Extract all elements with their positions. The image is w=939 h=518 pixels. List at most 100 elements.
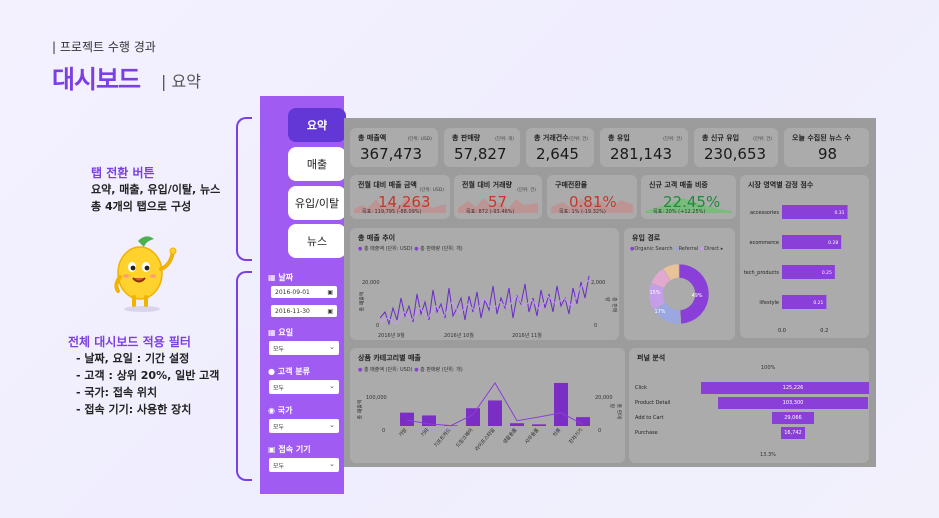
y-axis-tick: 0 bbox=[382, 428, 386, 434]
tab-sales[interactable]: 매출 bbox=[288, 147, 346, 181]
y-axis-tick: 100,000 bbox=[366, 395, 387, 401]
bar-value-label: 0.31 bbox=[835, 210, 845, 216]
kpi-value: 230,653 bbox=[704, 145, 767, 163]
category-sales-chart: 가방 기타 기프트카드 드링크웨어 라이프스타일 생활용품 사무용품 의류 전자기기 bbox=[397, 382, 590, 452]
kpi-card: 총 유입 (단위: 건) 281,143 bbox=[600, 128, 688, 167]
legend-marker: ● bbox=[358, 246, 363, 252]
calendar-icon: ▦ bbox=[268, 328, 279, 337]
y-axis-label: 총 매출액 bbox=[357, 399, 364, 420]
kpi-card: 총 매출액 (단위: USD) 367,473 bbox=[350, 128, 438, 167]
tabs-annotation-line: 총 4개의 탭으로 구성 bbox=[91, 200, 192, 213]
tabs-annotation-line: 요약, 매출, 유입/이탈, 뉴스 bbox=[91, 183, 221, 196]
bar-value-label: 0.21 bbox=[813, 300, 823, 306]
x-axis-tick: 0.0 bbox=[778, 328, 786, 334]
funnel-step-label: Click bbox=[635, 385, 647, 391]
funnel-step-label: Product Detail bbox=[635, 400, 671, 406]
slice-label: 49% bbox=[691, 293, 702, 299]
tab-summary[interactable]: 요약 bbox=[288, 108, 346, 142]
tabs-bracket bbox=[236, 117, 252, 261]
kpi-unit: (단위: 건) bbox=[753, 137, 772, 142]
kpi-title: 구매전환율 bbox=[555, 181, 588, 189]
device-select[interactable]: 모두 ⌄ bbox=[269, 458, 339, 472]
calendar-icon: ▣ bbox=[327, 288, 333, 296]
kpi-title: 총 거래건수 bbox=[534, 134, 569, 142]
start-date-input[interactable]: 2016-09-01 ▣ bbox=[271, 286, 337, 298]
x-axis-tick: 사무용품 bbox=[523, 426, 540, 445]
bar-value-label: 0.25 bbox=[822, 270, 832, 276]
category-bar bbox=[510, 423, 524, 426]
country-filter-label: ◉ 국가 bbox=[268, 406, 293, 415]
kpi-value: 281,143 bbox=[610, 145, 673, 163]
category-bar bbox=[400, 412, 414, 426]
kpi-title: 총 매출액 bbox=[358, 134, 387, 142]
category-bar bbox=[554, 382, 568, 426]
kpi-title: 총 판매량 bbox=[452, 134, 481, 142]
funnel-card: 퍼널 분석 100% 13.3% Click 125,226 Product Det… bbox=[629, 348, 869, 463]
slice-label: 17% bbox=[654, 309, 665, 315]
x-axis-tick: 2016년 11월 bbox=[512, 333, 542, 339]
chevron-down-icon: ⌄ bbox=[329, 460, 335, 468]
sales-trend-title: 총 매출 추이 bbox=[358, 234, 396, 242]
slice-label: 15% bbox=[649, 290, 660, 296]
chevron-down-icon: ⌄ bbox=[329, 421, 335, 429]
y-axis-tick: 0 bbox=[598, 428, 602, 434]
y-axis-tick: 20,000 bbox=[362, 280, 380, 286]
category-sales-title: 상품 카테고리별 매출 bbox=[358, 354, 421, 362]
dashboard-preview: 총 매출액 (단위: USD) 367,473 총 판매량 (단위: 개) 57… bbox=[344, 118, 876, 467]
funnel-step-label: Add to Cart bbox=[635, 415, 664, 421]
country-select[interactable]: 모두 ⌄ bbox=[269, 419, 339, 433]
weekday-select[interactable]: 모두 ⌄ bbox=[269, 341, 339, 355]
end-date-input[interactable]: 2016-11-30 ▣ bbox=[271, 305, 337, 317]
kpi-card: 총 판매량 (단위: 개) 57,827 bbox=[444, 128, 520, 167]
kpi-value: 367,473 bbox=[360, 145, 423, 163]
kpi-card: 전월 대비 거래량 (단위: 건) 57 목표: 872 (-93.46%) bbox=[454, 175, 542, 219]
kpi-card: 구매전환율 0.81% 목표: 1% (-19.32%) bbox=[547, 175, 637, 219]
kpi-title: 전월 대비 매출 금액 bbox=[358, 181, 417, 189]
funnel-bottom-pct: 13.3% bbox=[760, 452, 776, 458]
y-axis-tick: 0 bbox=[376, 323, 380, 329]
filters-annotation-line: - 날짜, 요일 : 기간 설정 bbox=[76, 352, 190, 365]
kpi-unit: (단위: 건) bbox=[663, 137, 682, 142]
category-bar bbox=[532, 424, 546, 426]
customer-icon: ● bbox=[268, 367, 278, 376]
tab-news[interactable]: 뉴스 bbox=[288, 224, 346, 258]
bar-category-label: accessories bbox=[750, 210, 779, 216]
kpi-meta: 목표: 872 (-93.46%) bbox=[466, 209, 515, 215]
funnel-chart: Click 125,226 Product Detail 103,300 Add to … bbox=[635, 382, 869, 452]
sentiment-card: 시장 영역별 감정 점수 accessories 0.31 ecommerce 0.2… bbox=[740, 175, 869, 338]
y-axis-tick: 20,000 bbox=[595, 395, 613, 401]
kpi-value: 2,645 bbox=[536, 145, 579, 163]
tab-traffic-churn[interactable]: 유입/이탈 bbox=[288, 186, 346, 220]
kpi-meta: 목표: 119,795 (-88.09%) bbox=[362, 209, 422, 215]
page-subtitle: | 요약 bbox=[161, 72, 201, 91]
sentiment-bar-chart: accessories 0.31 ecommerce 0.28 tech_product… bbox=[744, 205, 848, 334]
kpi-card: 신규 고객 매출 비중 22.45% 목표: 20% (+12.25%) bbox=[641, 175, 736, 219]
y-axis-label: 총 판매량 bbox=[604, 297, 617, 313]
x-axis-tick: 드링크웨어 bbox=[454, 427, 474, 449]
chevron-down-icon: ⌄ bbox=[329, 382, 335, 390]
funnel-bar: 29,066 bbox=[771, 412, 815, 424]
funnel-title: 퍼널 분석 bbox=[637, 354, 666, 362]
category-sales-legend: ● 총 매출액 (단위: USD) ● 총 판매량 (단위: 개) bbox=[358, 367, 463, 373]
bar-value-label: 0.28 bbox=[828, 240, 838, 246]
kpi-title: 오늘 수집된 뉴스 수 bbox=[792, 134, 851, 142]
page-title: 대시보드 bbox=[52, 65, 141, 94]
bar-category-label: tech_products bbox=[744, 270, 780, 276]
chevron-right-icon[interactable]: ▸ bbox=[721, 246, 724, 252]
globe-icon: ◉ bbox=[268, 406, 278, 415]
kpi-card: 총 거래건수 (단위: 건) 2,645 bbox=[526, 128, 594, 167]
x-axis-tick: 기프트카드 bbox=[432, 426, 452, 448]
customer-select[interactable]: 모두 ⌄ bbox=[269, 380, 339, 394]
kpi-title: 신규 고객 매출 비중 bbox=[649, 181, 708, 189]
x-axis-tick: 생활용품 bbox=[501, 426, 518, 445]
calendar-icon: ▣ bbox=[327, 307, 333, 315]
traffic-card: 유입 경로 ●Organic Search ●Referral ●Direct … bbox=[624, 228, 735, 340]
sales-trend-card: 총 매출 추이 ● 총 매출액 (단위: USD) ● 총 판매량 (단위: 개… bbox=[350, 228, 619, 340]
lemon-mascot-icon bbox=[114, 236, 177, 312]
y-axis-tick: 2,000 bbox=[591, 280, 606, 286]
category-sales-card: 상품 카테고리별 매출 ● 총 매출액 (단위: USD) ● 총 판매량 (단… bbox=[350, 348, 625, 463]
legend-marker: ● bbox=[414, 367, 419, 373]
filters-annotation-line: - 고객 : 상위 20%, 일반 고객 bbox=[76, 369, 220, 382]
funnel-bar: 16,742 bbox=[780, 427, 806, 439]
sales-trend-legend: ● 총 매출액 (단위: USD) ● 총 판매량 (단위: 개) bbox=[358, 246, 463, 252]
